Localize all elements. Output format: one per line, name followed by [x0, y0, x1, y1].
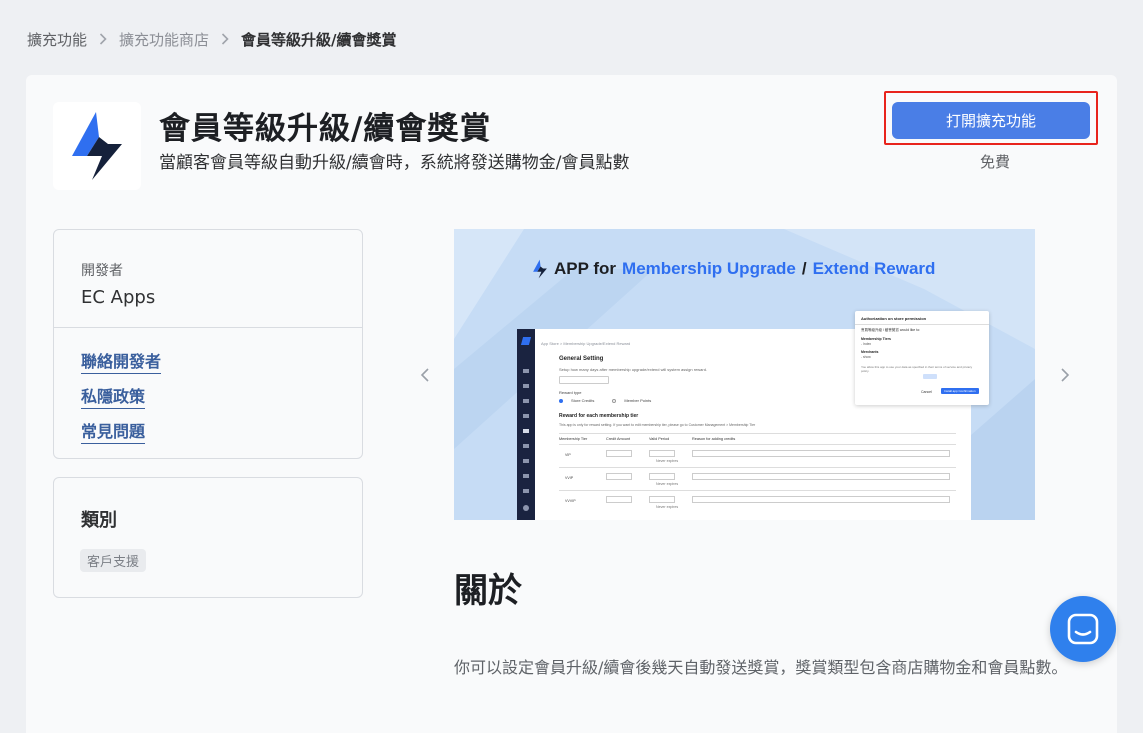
chevron-right-icon — [221, 33, 229, 45]
breadcrumb-item-store[interactable]: 擴充功能商店 — [119, 29, 209, 50]
mock-dialog-footer: You allow this app to use your data as s… — [861, 365, 973, 373]
mock-dialog-cancel: Cancel — [921, 390, 932, 394]
mock-reward-option-points: Member Points — [624, 398, 652, 403]
mock-tier-vip: VIP — [565, 453, 571, 457]
mock-dialog-perm2-desc: - show — [861, 355, 871, 359]
mock-dialog-title: Authorization on store permission — [861, 316, 927, 321]
mock-col-credit: Credit Amount — [606, 437, 631, 441]
app-screenshot[interactable]: APP for Membership Upgrade / Extend Rewa… — [454, 229, 1035, 520]
contact-developer-link[interactable]: 聯絡開發者 — [81, 348, 162, 374]
app-logo — [53, 102, 141, 190]
mock-breadcrumb: App Store > Membership Upgrade/Extend Re… — [541, 341, 631, 346]
breadcrumb-current: 會員等級升級/續會獎賞 — [241, 30, 397, 49]
mock-col-period: Valid Period — [649, 437, 670, 441]
developer-panel: 開發者 EC Apps 聯絡開發者 私隱政策 常見問題 — [53, 229, 363, 459]
privacy-policy-link[interactable]: 私隱政策 — [81, 383, 146, 409]
mock-tier-title: Reward for each membership tier — [559, 413, 639, 419]
mock-dialog-subtitle: 會員等級升級 / 續會獎賞 would like to: — [861, 328, 921, 332]
mock-dialog-confirm: Install app Confirmation — [941, 388, 979, 394]
chevron-right-icon — [1061, 368, 1070, 382]
mock-section-title: General Setting — [559, 356, 604, 362]
price-label: 免費 — [979, 153, 1010, 171]
category-title: 類別 — [81, 510, 117, 531]
app-subtitle: 當顧客會員等級自動升級/續會時，系統將發送購物金/會員點數 — [159, 153, 630, 173]
app-title: 會員等級升級/續會獎賞 — [159, 111, 492, 147]
breadcrumb: 擴充功能 擴充功能商店 會員等級升級/續會獎賞 — [27, 29, 397, 49]
headline-prefix: APP for — [554, 259, 617, 278]
mock-col-reason: Reason for adding credits — [692, 437, 736, 441]
chat-launcher-button[interactable] — [1050, 596, 1116, 662]
screenshot-headline: APP for Membership Upgrade / Extend Rewa… — [532, 259, 935, 279]
chat-icon — [1067, 613, 1099, 645]
mock-tier-vvvip: VVVIP — [565, 499, 576, 503]
category-tag[interactable]: 客戶支援 — [80, 549, 147, 572]
about-text: 你可以設定會員升級/續會後幾天自動發送獎賞，獎賞類型包含商店購物金和會員點數。 — [454, 658, 1068, 677]
mock-section-desc: Setup how many days after membership upg… — [559, 367, 708, 372]
app-detail-card: 會員等級升級/續會獎賞 當顧客會員等級自動升級/續會時，系統將發送購物金/會員點… — [26, 75, 1117, 733]
divider — [54, 327, 362, 328]
mock-dialog-perm1: Membership Tiers — [861, 337, 891, 341]
mock-reward-type-label: Reward type — [559, 390, 582, 395]
mock-tier-vvip: VVIP — [565, 476, 574, 480]
developer-links: 聯絡開發者 私隱政策 常見問題 — [81, 348, 162, 444]
mock-sidebar — [517, 329, 535, 520]
chevron-right-icon — [99, 33, 107, 45]
mock-tier-table: Membership Tier Credit Amount Valid Peri… — [559, 433, 956, 520]
shopline-logo-icon — [72, 112, 122, 180]
mock-never-expires: Never expires — [656, 505, 679, 509]
open-extension-button[interactable]: 打開擴充功能 — [892, 102, 1090, 139]
mock-dialog-perm1-desc: - Index — [861, 342, 872, 346]
breadcrumb-item-extensions[interactable]: 擴充功能 — [27, 29, 87, 50]
carousel-prev-button[interactable] — [415, 365, 435, 385]
mock-never-expires: Never expires — [656, 459, 679, 463]
headline-part1: Membership Upgrade — [622, 259, 796, 278]
headline-sep: / — [801, 259, 807, 278]
mock-col-tier: Membership Tier — [559, 437, 588, 441]
mock-auth-dialog: Authorization on store permission 會員等級升級… — [855, 311, 989, 405]
category-panel: 類別 客戶支援 — [53, 477, 363, 598]
developer-name: EC Apps — [81, 287, 156, 308]
mock-reward-option-credits: Store Credits — [571, 398, 595, 403]
mock-dialog-perm2: Merchants — [861, 350, 879, 354]
mock-tier-desc: This app is only for reward setting. If … — [559, 423, 756, 427]
faq-link[interactable]: 常見問題 — [81, 418, 146, 444]
chevron-left-icon — [420, 368, 429, 382]
developer-label: 開發者 — [81, 263, 123, 279]
about-title: 關於 — [454, 571, 522, 611]
mock-never-expires: Never expires — [656, 482, 679, 486]
carousel-next-button[interactable] — [1055, 365, 1075, 385]
headline-part2: Extend Reward — [812, 259, 936, 278]
shopline-logo-icon — [533, 259, 547, 279]
